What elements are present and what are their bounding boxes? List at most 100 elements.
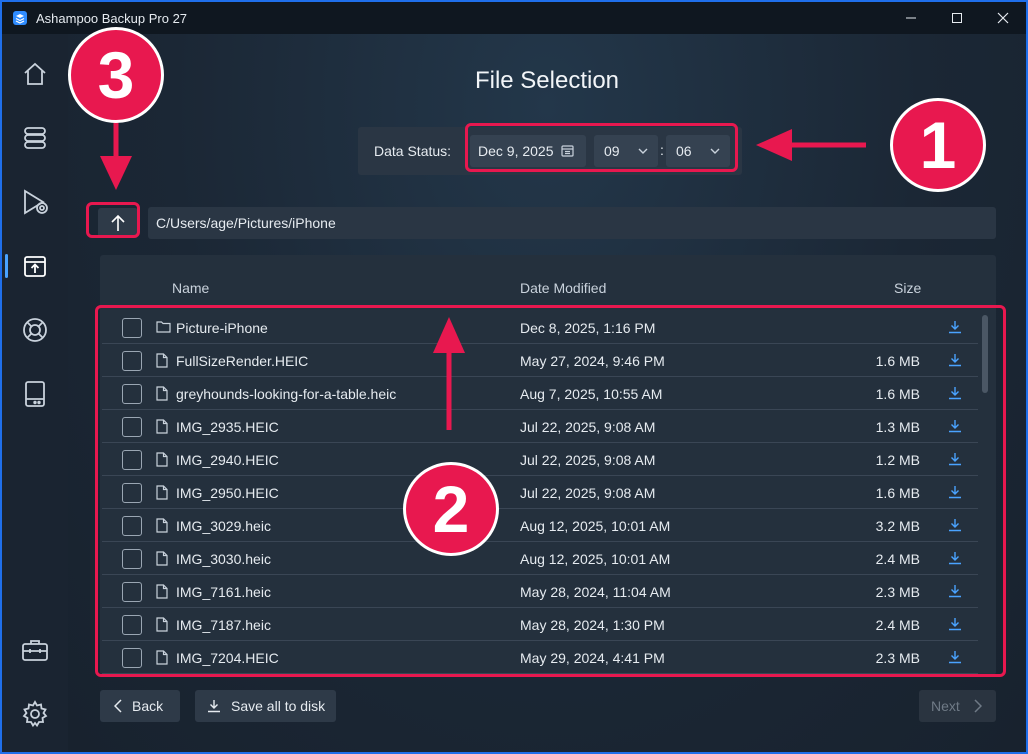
table-row[interactable]: IMG_3030.heic Aug 12, 2025, 10:01 AM 2.4 M… xyxy=(102,542,978,575)
back-label: Back xyxy=(132,698,164,714)
file-name: IMG_7187.heic xyxy=(176,617,271,633)
file-icon xyxy=(156,551,168,566)
minimize-button[interactable] xyxy=(888,2,934,34)
file-date: Dec 8, 2025, 1:16 PM xyxy=(520,320,656,336)
download-icon xyxy=(208,700,220,713)
minimize-icon xyxy=(906,17,916,19)
date-picker[interactable]: Dec 9, 2025 xyxy=(470,135,586,167)
sidebar-item-restore[interactable] xyxy=(2,178,68,226)
sidebar-item-home[interactable] xyxy=(2,50,68,98)
table-row[interactable]: FullSizeRender.HEIC May 27, 2024, 9:46 PM… xyxy=(102,344,978,377)
home-icon xyxy=(24,62,46,85)
sidebar-item-settings[interactable] xyxy=(2,690,68,738)
file-name: IMG_3030.heic xyxy=(176,551,271,567)
file-size: 1.2 MB xyxy=(875,452,920,468)
download-icon[interactable] xyxy=(948,551,962,565)
file-date: Aug 7, 2025, 10:55 AM xyxy=(520,386,663,402)
file-icon xyxy=(156,452,168,467)
table-row[interactable]: IMG_2940.HEIC Jul 22, 2025, 9:08 AM 1.2 MB xyxy=(102,443,978,476)
table-row[interactable]: IMG_7204.HEIC May 29, 2024, 4:41 PM 2.3 MB xyxy=(102,641,978,674)
data-status-label: Data Status: xyxy=(374,143,452,159)
folder-up-button[interactable] xyxy=(98,208,138,238)
sidebar xyxy=(2,34,68,752)
row-checkbox[interactable] xyxy=(122,648,142,668)
sidebar-item-backups[interactable] xyxy=(2,114,68,162)
hour-select[interactable]: 09 xyxy=(594,135,658,167)
file-size: 2.4 MB xyxy=(875,617,920,633)
column-header-name[interactable]: Name xyxy=(172,280,209,296)
row-checkbox[interactable] xyxy=(122,615,142,635)
file-size: 1.3 MB xyxy=(875,419,920,435)
column-header-size[interactable]: Size xyxy=(894,280,921,296)
scrollbar-thumb[interactable] xyxy=(982,315,988,393)
download-icon[interactable] xyxy=(948,353,962,367)
arrow-up-icon xyxy=(111,214,125,231)
row-checkbox[interactable] xyxy=(122,582,142,602)
table-row[interactable]: Picture-iPhone Dec 8, 2025, 1:16 PM xyxy=(102,311,978,344)
row-checkbox[interactable] xyxy=(122,318,142,338)
table-row[interactable]: IMG_7161.heic May 28, 2024, 11:04 AM 2.3 M… xyxy=(102,575,978,608)
next-label: Next xyxy=(931,698,960,714)
file-size: 1.6 MB xyxy=(875,485,920,501)
next-button[interactable]: Next xyxy=(919,690,996,722)
sidebar-item-tools[interactable] xyxy=(2,626,68,674)
table-row[interactable]: IMG_7187.heic May 28, 2024, 1:30 PM 2.4 MB xyxy=(102,608,978,641)
table-row[interactable]: IMG_2950.HEIC Jul 22, 2025, 9:08 AM 1.6 MB xyxy=(102,476,978,509)
file-size: 3.2 MB xyxy=(875,518,920,534)
download-icon[interactable] xyxy=(948,452,962,466)
back-button[interactable]: Back xyxy=(100,690,180,722)
sidebar-item-support[interactable] xyxy=(2,306,68,354)
file-icon xyxy=(156,584,168,599)
sidebar-item-extract[interactable] xyxy=(2,242,68,290)
file-name: IMG_2940.HEIC xyxy=(176,452,279,468)
download-icon[interactable] xyxy=(948,518,962,532)
row-checkbox[interactable] xyxy=(122,549,142,569)
folder-icon xyxy=(156,321,171,333)
download-icon[interactable] xyxy=(948,584,962,598)
table-row[interactable]: IMG_2935.HEIC Jul 22, 2025, 9:08 AM 1.3 MB xyxy=(102,410,978,443)
chevron-left-icon xyxy=(114,699,122,713)
chevron-right-icon xyxy=(974,699,982,713)
main-content: File Selection Data Status: Dec 9, 2025 … xyxy=(68,34,1026,752)
row-checkbox[interactable] xyxy=(122,351,142,371)
file-size: 1.6 MB xyxy=(875,353,920,369)
download-icon[interactable] xyxy=(948,419,962,433)
download-icon[interactable] xyxy=(948,485,962,499)
file-icon xyxy=(156,518,168,533)
file-date: May 28, 2024, 11:04 AM xyxy=(520,584,671,600)
row-checkbox[interactable] xyxy=(122,516,142,536)
sidebar-item-drives[interactable] xyxy=(2,370,68,418)
app-logo-icon xyxy=(13,11,27,25)
file-name: Picture-iPhone xyxy=(176,320,268,336)
file-date: May 29, 2024, 4:41 PM xyxy=(520,650,665,666)
row-checkbox[interactable] xyxy=(122,417,142,437)
file-date: Aug 12, 2025, 10:01 AM xyxy=(520,518,671,534)
column-header-date[interactable]: Date Modified xyxy=(520,280,606,296)
backup-box-icon xyxy=(24,256,46,277)
save-all-button[interactable]: Save all to disk xyxy=(195,690,336,722)
file-size: 1.6 MB xyxy=(875,386,920,402)
table-row[interactable]: IMG_3029.heic Aug 12, 2025, 10:01 AM 3.2 M… xyxy=(102,509,978,542)
restore-play-icon xyxy=(24,189,48,215)
download-icon[interactable] xyxy=(948,617,962,631)
row-checkbox[interactable] xyxy=(122,483,142,503)
file-icon xyxy=(156,419,168,434)
file-name: IMG_2950.HEIC xyxy=(176,485,279,501)
row-checkbox[interactable] xyxy=(122,384,142,404)
date-value: Dec 9, 2025 xyxy=(478,143,554,159)
row-checkbox[interactable] xyxy=(122,450,142,470)
download-icon[interactable] xyxy=(948,320,962,334)
toolbox-icon xyxy=(22,640,48,661)
file-name: FullSizeRender.HEIC xyxy=(176,353,309,369)
download-icon[interactable] xyxy=(948,386,962,400)
minute-select[interactable]: 06 xyxy=(666,135,730,167)
database-icon xyxy=(24,127,46,149)
path-field[interactable]: C/Users/age/Pictures/iPhone xyxy=(148,207,996,239)
download-icon[interactable] xyxy=(948,650,962,664)
maximize-button[interactable] xyxy=(934,2,980,34)
calendar-icon xyxy=(561,145,574,157)
close-button[interactable] xyxy=(980,2,1026,34)
file-date: Jul 22, 2025, 9:08 AM xyxy=(520,419,656,435)
file-date: Jul 22, 2025, 9:08 AM xyxy=(520,485,656,501)
table-row[interactable]: greyhounds-looking-for-a-table.heic Aug 7… xyxy=(102,377,978,410)
